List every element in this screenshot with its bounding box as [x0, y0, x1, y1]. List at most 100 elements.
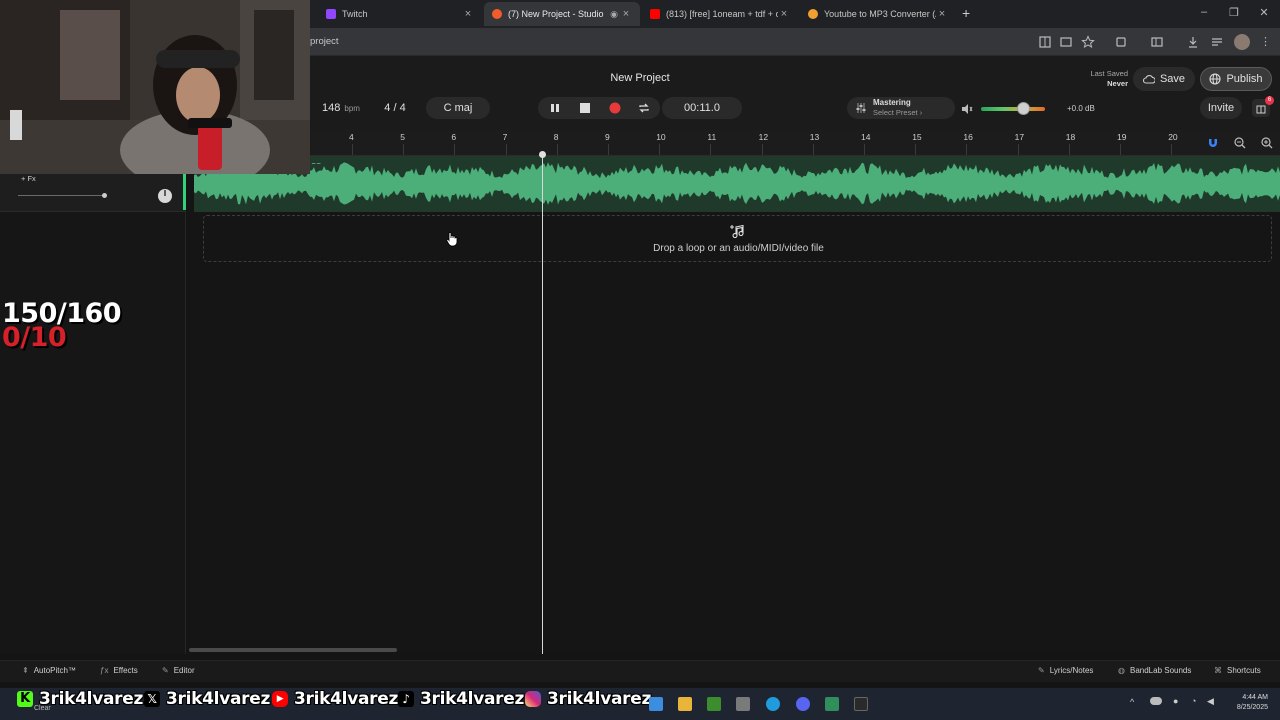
discord-icon[interactable]	[796, 697, 810, 711]
star-icon[interactable]	[1081, 35, 1095, 49]
playhead[interactable]	[542, 152, 543, 654]
audio-region[interactable]: _ _	[194, 156, 1280, 212]
bpm-value: 148	[322, 102, 341, 114]
epic-games-icon[interactable]	[854, 697, 868, 711]
new-tab-button[interactable]: +	[962, 5, 970, 21]
volume-icon[interactable]: ◀	[1207, 696, 1214, 707]
tab-new-project-studio[interactable]: (7) New Project - Studio ◉ ×	[484, 2, 640, 26]
horizontal-scrollbar[interactable]	[187, 646, 1280, 654]
editor-button[interactable]: ✎ Editor	[162, 666, 195, 675]
shortcuts-label: Shortcuts	[1227, 666, 1261, 675]
social-youtube: ▶ 3rik4lvarez	[272, 689, 398, 709]
drop-zone[interactable]: Drop a loop or an audio/MIDI/video file	[203, 215, 1272, 262]
social-kick: K 3rik4lvarez	[17, 689, 143, 709]
zoom-in-icon[interactable]	[1261, 137, 1273, 149]
minecraft-icon[interactable]	[707, 697, 721, 711]
store-icon[interactable]	[736, 697, 750, 711]
ruler-bar-number: 7	[502, 132, 508, 142]
ruler-bar-number: 10	[656, 132, 666, 142]
tab-youtube[interactable]: (813) [free] 1oneam + tdf + che ×	[642, 2, 798, 26]
track-fx-button[interactable]: + Fx	[21, 174, 36, 183]
close-window-icon[interactable]: ✕	[1256, 6, 1272, 19]
file-explorer-icon[interactable]	[678, 697, 692, 711]
time-display[interactable]: 00:11.0	[662, 97, 742, 119]
pause-icon[interactable]	[550, 103, 560, 113]
ruler-bar-number: 6	[451, 132, 457, 142]
menu-icon[interactable]: ⋮	[1260, 35, 1271, 48]
mastering-label: Mastering	[873, 98, 911, 107]
profile-avatar[interactable]	[1234, 34, 1250, 50]
notification-badge: 6	[1265, 96, 1274, 105]
url-text[interactable]: project	[310, 36, 339, 47]
mic-icon[interactable]: ●	[1173, 696, 1178, 706]
time-signature[interactable]: 4 / 4	[374, 97, 416, 119]
minimize-icon[interactable]: –	[1196, 6, 1212, 18]
bandlab-sounds-label: BandLab Sounds	[1129, 666, 1192, 675]
editor-label: Editor	[173, 666, 195, 675]
effects-button[interactable]: ƒx Effects	[100, 666, 138, 675]
lyrics-notes-button[interactable]: ✎ Lyrics/Notes	[1038, 666, 1093, 675]
last-saved: Last Saved Never	[1068, 69, 1128, 89]
playlist-icon[interactable]	[1210, 35, 1224, 49]
effects-label: Effects	[113, 666, 138, 675]
tab-twitch[interactable]: Twitch ×	[318, 2, 482, 26]
save-button[interactable]: Save	[1133, 67, 1195, 91]
close-icon[interactable]: ×	[936, 8, 948, 20]
speaker-icon[interactable]	[961, 103, 973, 115]
globe-icon	[1209, 73, 1222, 85]
ruler-bar-number: 17	[1014, 132, 1025, 142]
close-icon[interactable]: ×	[620, 8, 632, 20]
tab-mp3-converter[interactable]: Youtube to MP3 Converter (Ad ×	[800, 2, 956, 26]
shortcuts-button[interactable]: ⌘ Shortcuts	[1214, 666, 1261, 675]
pan-knob-icon[interactable]	[157, 188, 173, 204]
cast-icon[interactable]	[1059, 35, 1073, 49]
copilot-icon[interactable]	[649, 697, 663, 711]
snap-magnet-icon[interactable]	[1207, 137, 1219, 149]
clock[interactable]: 4:44 AM 8/25/2025	[1222, 693, 1268, 713]
webcam-overlay	[0, 0, 310, 174]
bpm-control[interactable]: 148 bpm	[310, 97, 372, 119]
restore-icon[interactable]: ❐	[1226, 6, 1242, 19]
track-volume-slider[interactable]	[18, 195, 104, 196]
scrollbar-thumb[interactable]	[189, 648, 397, 652]
waveform	[194, 162, 1280, 205]
ruler-bar-number: 20	[1168, 132, 1178, 142]
zoom-out-icon[interactable]	[1234, 137, 1246, 149]
download-icon[interactable]	[1186, 35, 1200, 49]
ruler-bar-number: 18	[1065, 132, 1076, 142]
bandlab-sounds-button[interactable]: ◍ BandLab Sounds	[1118, 666, 1191, 675]
close-icon[interactable]: ×	[778, 8, 790, 20]
ruler-bar-number: 11	[707, 132, 717, 142]
volume-slider-thumb[interactable]	[1016, 102, 1030, 115]
record-icon[interactable]	[609, 102, 621, 114]
publish-button[interactable]: Publish	[1200, 67, 1272, 91]
tab-label: Youtube to MP3 Converter (Ad	[824, 9, 936, 19]
bandlab-icon	[492, 9, 502, 19]
extensions-icon[interactable]	[1114, 35, 1128, 49]
drop-zone-text: Drop a loop or an audio/MIDI/video file	[653, 243, 824, 254]
key-selector[interactable]: C maj	[426, 97, 490, 119]
clock-date: 8/25/2025	[1236, 704, 1268, 711]
autopitch-button[interactable]: ⇞ AutoPitch™	[22, 666, 76, 675]
playhead-handle[interactable]	[539, 151, 546, 158]
app-icon[interactable]	[825, 697, 839, 711]
project-title[interactable]: New Project	[540, 72, 740, 84]
loop-icon[interactable]	[638, 102, 650, 114]
track-volume-thumb[interactable]	[102, 193, 107, 198]
master-volume-slider[interactable]	[981, 107, 1045, 111]
tray-chevron-icon[interactable]: ^	[1130, 697, 1134, 707]
close-icon[interactable]: ×	[462, 8, 474, 20]
mastering-button[interactable]: Mastering Select Preset ›	[847, 97, 955, 119]
wifi-icon[interactable]: ◔	[1191, 696, 1196, 706]
edge-icon[interactable]	[766, 697, 780, 711]
timeline-ruler[interactable]: 4 5 6 7 8 9 10 11 12 13 14 15 16 17 18 19 20	[186, 130, 1280, 156]
split-screen-icon[interactable]	[1150, 35, 1164, 49]
ruler-tick	[761, 144, 763, 155]
ruler-bar-number: 5	[400, 132, 405, 142]
invite-button[interactable]: Invite	[1200, 97, 1242, 119]
stop-icon[interactable]	[580, 103, 590, 113]
ruler-tick	[864, 144, 865, 155]
tab-label: (7) New Project - Studio	[508, 9, 604, 19]
onedrive-icon[interactable]	[1150, 697, 1162, 705]
reading-mode-icon[interactable]	[1038, 35, 1052, 49]
